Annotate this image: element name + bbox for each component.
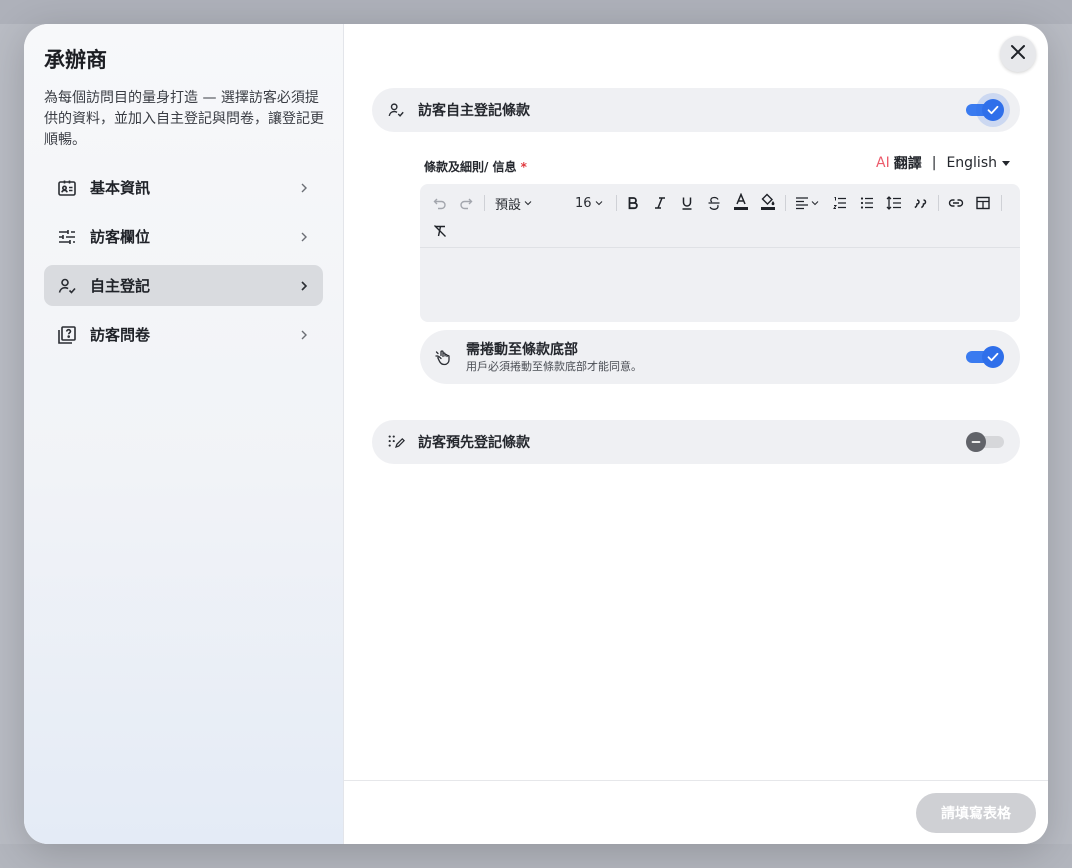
id-card-icon <box>56 177 78 199</box>
blockquote-icon[interactable] <box>911 193 931 213</box>
align-dropdown[interactable] <box>793 193 821 213</box>
self-registration-terms-label: 訪客自主登記條款 <box>418 103 530 119</box>
scroll-to-bottom-toggle[interactable] <box>966 345 1006 369</box>
check-icon <box>982 346 1004 368</box>
translate-bar: AI 翻譯 | English <box>876 153 1010 173</box>
text-color-icon[interactable] <box>731 192 751 212</box>
question-board-icon <box>56 324 78 346</box>
scroll-to-bottom-row: 需捲動至條款底部 用戶必須捲動至條款底部才能同意。 <box>420 330 1020 384</box>
terms-field-label: 條款及細則/ 信息 * <box>424 158 527 175</box>
line-height-icon[interactable] <box>884 193 904 213</box>
minus-icon <box>966 432 986 452</box>
required-mark: * <box>520 160 527 174</box>
sidebar-item-basic-info[interactable]: 基本資訊 <box>44 167 323 208</box>
block-style-dropdown[interactable]: 預設 <box>495 193 537 213</box>
sidebar-description: 為每個訪問目的量身打造 — 選擇訪客必須提供的資料，並加入自主登記與問卷，讓登記… <box>44 90 324 148</box>
block-style-label: 預設 <box>495 197 522 213</box>
translate-button[interactable]: 翻譯 <box>894 153 922 173</box>
undo-icon[interactable] <box>430 193 450 213</box>
toolbar-divider <box>1001 195 1002 211</box>
sidebar-item-visitor-survey[interactable]: 訪客問卷 <box>44 314 323 355</box>
bold-icon[interactable] <box>623 193 643 213</box>
clear-format-icon[interactable] <box>430 221 450 241</box>
ai-badge: AI <box>876 155 890 171</box>
terms-field-label-text: 條款及細則/ 信息 <box>424 160 517 174</box>
highlight-color-icon[interactable] <box>758 192 778 212</box>
caret-down-icon <box>1002 160 1010 166</box>
scroll-to-bottom-title: 需捲動至條款底部 <box>466 341 578 358</box>
language-label: English <box>946 155 997 171</box>
rich-text-editor: 預設 16 <box>420 184 1020 322</box>
toolbar-divider <box>785 195 786 211</box>
sidebar-item-label: 訪客問卷 <box>90 326 151 344</box>
editor-content-area[interactable] <box>420 248 1020 322</box>
underline-icon[interactable] <box>677 193 697 213</box>
bullet-list-icon[interactable] <box>857 193 877 213</box>
close-icon <box>1010 44 1026 64</box>
sidebar: 承辦商 為每個訪問目的量身打造 — 選擇訪客必須提供的資料，並加入自主登記與問卷… <box>24 24 344 844</box>
toolbar-divider <box>484 195 485 211</box>
user-check-icon <box>56 275 78 297</box>
chevron-down-icon <box>595 201 602 206</box>
ordered-list-icon[interactable] <box>830 193 850 213</box>
pre-registration-icon <box>386 432 406 452</box>
chevron-right-icon <box>297 328 311 342</box>
pre-registration-terms-row: 訪客預先登記條款 <box>372 420 1020 464</box>
language-dropdown[interactable]: English <box>946 155 1010 171</box>
table-icon[interactable] <box>973 193 993 213</box>
chevron-down-icon <box>524 201 532 206</box>
sidebar-nav: 基本資訊 訪客欄位 自主登記 訪客問卷 <box>44 167 323 355</box>
self-registration-terms-row: 訪客自主登記條款 <box>372 88 1020 132</box>
sidebar-title: 承辦商 <box>44 48 107 72</box>
font-size-dropdown[interactable]: 16 <box>575 193 607 213</box>
submit-button[interactable]: 請填寫表格 <box>916 793 1036 833</box>
user-check-icon <box>386 100 406 120</box>
pre-registration-terms-label: 訪客預先登記條款 <box>418 435 530 451</box>
editor-toolbar: 預設 16 <box>420 184 1020 248</box>
check-icon <box>982 99 1004 121</box>
self-registration-terms-toggle[interactable] <box>966 98 1006 122</box>
chevron-right-icon <box>297 279 311 293</box>
settings-modal: 承辦商 為每個訪問目的量身打造 — 選擇訪客必須提供的資料，並加入自主登記與問卷… <box>24 24 1048 844</box>
modal-footer: 請填寫表格 <box>344 780 1048 844</box>
toolbar-divider <box>616 195 617 211</box>
sidebar-item-label: 自主登記 <box>90 277 151 295</box>
chevron-right-icon <box>297 181 311 195</box>
sidebar-item-self-registration[interactable]: 自主登記 <box>44 265 323 306</box>
backdrop-bottom <box>0 844 1072 868</box>
sidebar-item-label: 基本資訊 <box>90 179 151 197</box>
hand-scroll-icon <box>434 347 454 367</box>
pre-registration-terms-toggle[interactable] <box>966 430 1006 454</box>
toolbar-divider <box>938 195 939 211</box>
close-button[interactable] <box>1000 36 1036 72</box>
chevron-right-icon <box>297 230 311 244</box>
sidebar-item-label: 訪客欄位 <box>90 228 151 246</box>
link-icon[interactable] <box>946 193 966 213</box>
strikethrough-icon[interactable] <box>704 193 724 213</box>
separator: | <box>931 155 937 171</box>
sidebar-item-visitor-fields[interactable]: 訪客欄位 <box>44 216 323 257</box>
scroll-to-bottom-description: 用戶必須捲動至條款底部才能同意。 <box>466 359 642 373</box>
main-panel: 訪客自主登記條款 條款及細則/ 信息 * AI 翻譯 | English 預設 1… <box>344 24 1048 844</box>
redo-icon[interactable] <box>456 193 476 213</box>
font-size-label: 16 <box>575 195 592 211</box>
backdrop-top <box>0 0 1072 24</box>
scroll-to-bottom-text: 需捲動至條款底部 用戶必須捲動至條款底部才能同意。 <box>466 341 966 374</box>
italic-icon[interactable] <box>650 193 670 213</box>
sliders-icon <box>56 226 78 248</box>
